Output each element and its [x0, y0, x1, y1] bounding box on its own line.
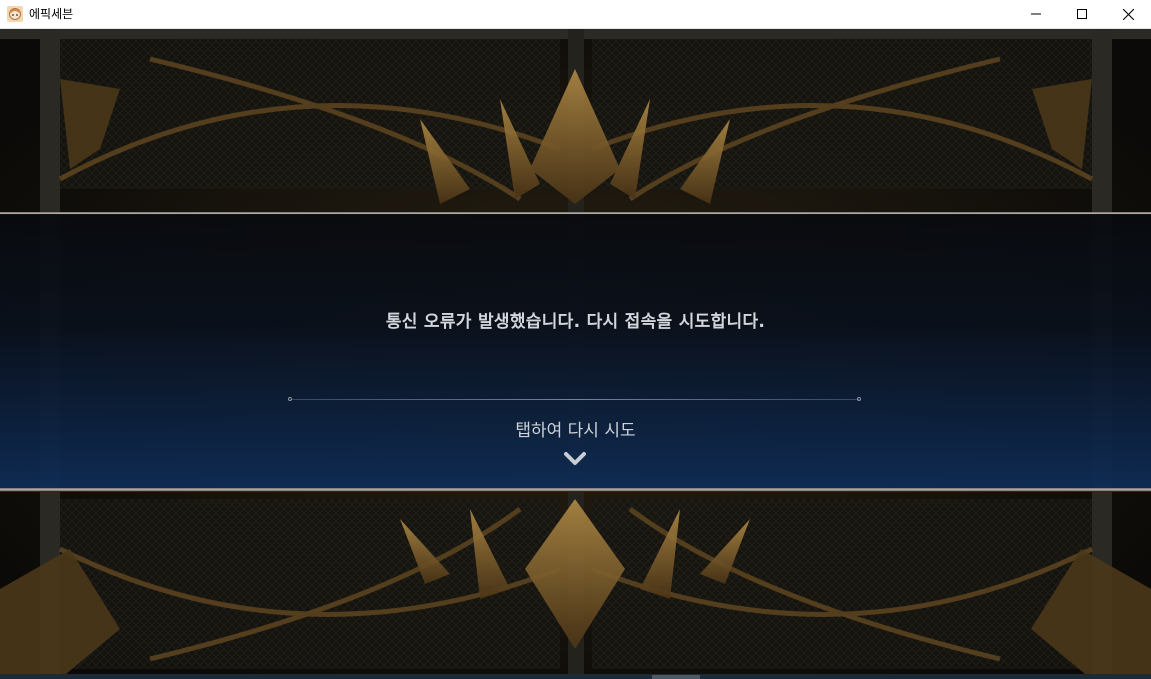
divider-line	[291, 399, 859, 400]
maximize-button[interactable]	[1059, 0, 1105, 28]
divider-end-dot	[857, 397, 861, 401]
maximize-icon	[1077, 9, 1087, 19]
scroll-indicator	[652, 675, 700, 679]
divider-end-dot	[288, 397, 292, 401]
chevron-down-icon[interactable]	[564, 451, 586, 467]
minimize-icon	[1031, 13, 1041, 15]
bottom-strip	[0, 674, 1151, 679]
game-viewport[interactable]: 통신 오류가 발생했습니다. 다시 접속을 시도합니다. 탭하여 다시 시도	[0, 29, 1151, 679]
close-icon	[1122, 8, 1134, 20]
app-icon	[7, 6, 23, 22]
window-titlebar: 에픽세븐	[0, 0, 1151, 29]
banner-bottom-border	[0, 488, 1151, 491]
minimize-button[interactable]	[1013, 0, 1059, 28]
window-title: 에픽세븐	[29, 7, 74, 21]
tap-to-retry-button[interactable]: 탭하여 다시 시도	[0, 416, 1151, 441]
error-message: 통신 오류가 발생했습니다. 다시 접속을 시도합니다.	[385, 312, 766, 332]
close-button[interactable]	[1105, 0, 1151, 28]
